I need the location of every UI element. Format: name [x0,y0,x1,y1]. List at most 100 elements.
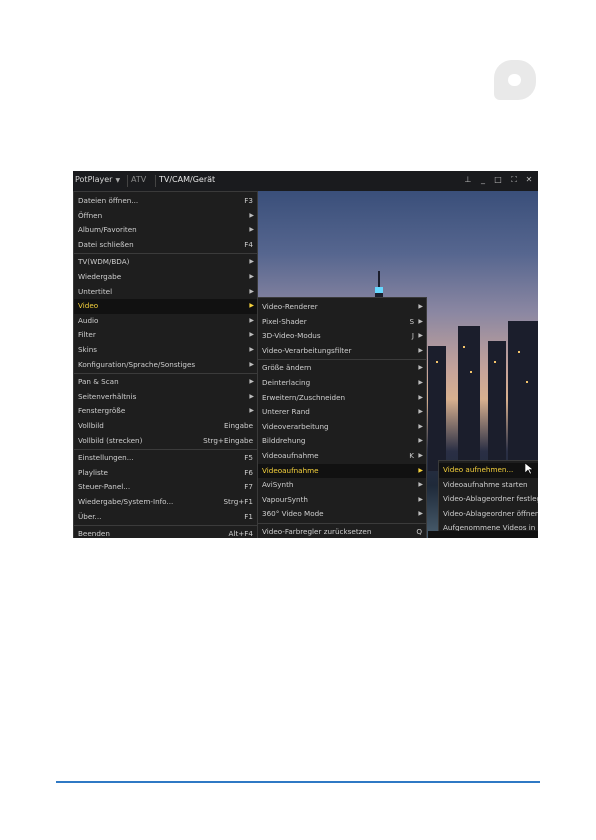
fullscreen-icon[interactable]: ⛶ [509,175,519,185]
video-menu-item[interactable]: Video-Renderer ▶ [258,300,426,315]
main-menu-item[interactable]: Beenden Alt+F4 [74,527,257,538]
video-menu-item[interactable]: Video-Farbregler zurücksetzen Q [258,525,426,538]
main-menu-item-label: TV(WDM/BDA) [78,257,130,267]
main-menu-item[interactable]: Video ▶ [74,299,257,314]
main-menu-item[interactable]: Filter ▶ [74,328,257,343]
submenu-arrow-icon: ▶ [249,258,254,266]
submenu-arrow-icon: ▶ [249,346,254,353]
main-menu-item[interactable]: Dateien öffnen... F3 [74,194,257,209]
main-menu-item[interactable]: Audio ▶ [74,314,257,329]
main-menu-item[interactable]: Pan & Scan ▶ [74,375,257,390]
video-menu-item-label: Videoaufnahme [262,451,319,460]
video-menu-item-label: Videoaufnahme [262,465,319,475]
video-menu-item[interactable]: Größe ändern ▶ [258,361,426,376]
video-menu-item-label: Deinterlacing [262,378,311,387]
video-menu-item[interactable]: VapourSynth ▶ [258,493,426,508]
submenu-arrow-icon: ▶ [249,331,254,339]
video-menu-item[interactable]: Erweitern/Zuschneiden ▶ [258,391,426,406]
submenu-arrow-icon: ▶ [418,346,423,354]
video-menu-item[interactable]: Unterer Rand ▶ [258,405,426,420]
submenu-arrow-icon: ▶ [418,481,423,489]
video-menu-item-label: Erweitern/Zuschneiden [262,392,346,402]
title-bar: PotPlayer ▼ ATV TV/CAM/Gerät ⊥ _ □ ⛶ ✕ [73,171,538,192]
submenu-arrow-icon: ▶ [418,495,423,503]
video-menu-item-label: VapourSynth [262,494,308,504]
video-menu-item[interactable]: AviSynth ▶ [258,478,426,493]
main-menu-item[interactable]: Steuer-Panel... F7 [74,480,257,495]
main-menu-item[interactable]: Fenstergröße ▶ [74,404,257,419]
main-menu-item[interactable]: Wiedergabe/System-Info... Strg+F1 [74,495,257,510]
video-menu-item[interactable]: Videoverarbeitung ▶ [258,420,426,435]
main-menu-item[interactable]: Untertitel ▶ [74,285,257,300]
menu-divider [74,373,257,375]
video-menu-item[interactable]: 360° Video Mode ▶ [258,507,426,522]
main-menu-item[interactable]: Über... F1 [74,510,257,525]
close-icon[interactable]: ✕ [524,175,534,184]
video-menu-item-label: Videoverarbeitung [262,421,329,431]
main-menu-item[interactable]: Konfiguration/Sprache/Sonstiges ▶ [74,358,257,373]
shortcut-label: F6 [244,467,253,477]
video-menu-item-label: 360° Video Mode [262,509,324,519]
pin-icon[interactable]: ⊥ [463,175,473,184]
minimize-icon[interactable]: _ [478,175,488,184]
video-menu-item[interactable]: Bilddrehung ▶ [258,434,426,449]
main-menu-item[interactable]: Einstellungen... F5 [74,451,257,466]
main-menu-item-label: Audio [78,315,99,325]
menu-divider [258,523,426,524]
main-menu-item[interactable]: TV(WDM/BDA) ▶ [74,255,257,270]
main-menu-item[interactable]: Skins ▶ [74,343,257,358]
chevron-down-icon: ▼ [115,177,121,184]
main-menu-item[interactable]: Seitenverhältnis ▶ [74,390,257,405]
main-context-menu: Dateien öffnen... F3 Öffnen ▶ Album/Favorite… [73,191,258,538]
video-menu-item-label: Video-Farbregler zurücksetzen [262,527,372,536]
capture-menu-item[interactable]: Video-Ablageordner öffnen [439,507,538,522]
video-menu-item-label: Bilddrehung [262,436,306,446]
main-menu-item[interactable]: Öffnen ▶ [74,209,257,224]
capture-submenu: Video aufnehmen... Videoaufnahme starten V… [438,460,538,538]
submenu-arrow-icon: ▶ [418,422,423,430]
shortcut-label: F3 [244,196,253,205]
main-menu-item-label: Seitenverhältnis [78,391,137,401]
main-menu-item[interactable]: Playliste F6 [74,466,257,481]
video-menu-item[interactable]: Deinterlacing ▶ [258,376,426,391]
video-menu-item[interactable]: Videoaufnahme ▶ [258,463,426,479]
main-menu-item-label: Einstellungen... [78,453,134,463]
main-menu-item-label: Vollbild (strecken) [78,435,143,445]
capture-menu-item-label: Video aufnehmen... [443,465,514,474]
main-menu-item-label: Über... [78,511,102,521]
capture-menu-item-label: Video-Ablageordner festleg [443,494,538,504]
video-menu-item[interactable]: Pixel-Shader S ▶ [258,315,426,330]
video-menu-item[interactable]: Videoaufnahme K ▶ [258,449,426,464]
video-submenu: Video-Renderer ▶ Pixel-Shader S ▶ 3D-Video-Mo… [257,297,427,538]
tab-tv-cam[interactable]: TV/CAM/Gerät [159,175,215,184]
main-menu-item-label: Untertitel [78,286,113,296]
divider [155,175,156,187]
tab-atv[interactable]: ATV [131,175,146,184]
main-menu-item[interactable]: Vollbild (strecken) Strg+Eingabe [74,434,257,449]
capture-menu-item[interactable]: Video-Ablageordner festleg [439,492,538,507]
shortcut-label: Strg+Eingabe [203,435,253,445]
main-menu-item[interactable]: Vollbild Eingabe [74,419,257,434]
control-bar [428,531,538,538]
main-menu-item[interactable]: Datei schließen F4 [74,238,257,253]
shortcut-label: F5 [244,453,253,463]
submenu-arrow-icon: ▶ [418,408,423,416]
submenu-arrow-icon: ▶ [418,303,423,310]
menu-divider [74,253,257,255]
main-menu-item[interactable]: Wiedergabe ▶ [74,270,257,285]
capture-menu-item-label: Videoaufnahme starten [443,479,528,489]
main-menu-item[interactable]: Album/Favoriten ▶ [74,223,257,238]
app-menu-button[interactable]: PotPlayer ▼ [75,175,120,184]
video-menu-item[interactable]: Video-Verarbeitungsfilter ▶ [258,344,426,359]
video-menu-item-label: AviSynth [262,480,294,490]
mouse-pointer-icon [525,463,534,475]
shortcut-label: Alt+F4 [228,529,253,538]
maximize-icon[interactable]: □ [493,175,503,184]
shortcut-label: Strg+F1 [223,497,253,506]
capture-menu-item[interactable]: Video aufnehmen... [439,463,538,478]
shortcut-label: F1 [244,511,253,521]
video-menu-item[interactable]: 3D-Video-Modus J ▶ [258,329,426,344]
submenu-arrow-icon: ▶ [418,317,423,325]
potplayer-screenshot: PotPlayer ▼ ATV TV/CAM/Gerät ⊥ _ □ ⛶ ✕ D… [73,171,538,538]
capture-menu-item[interactable]: Videoaufnahme starten [439,478,538,493]
